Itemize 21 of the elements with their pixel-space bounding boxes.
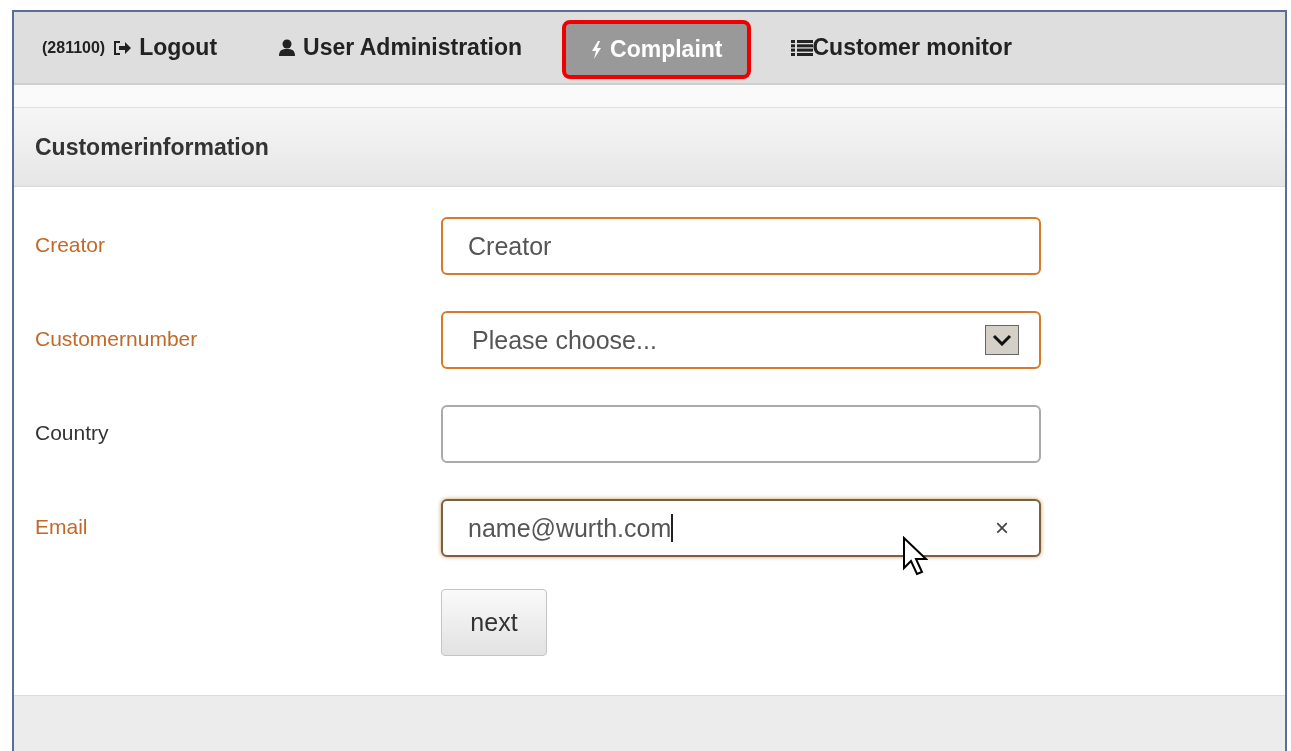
select-field[interactable]: Please choose... bbox=[441, 311, 1041, 369]
section-title: Customerinformation bbox=[35, 133, 269, 161]
chevron-down-icon bbox=[992, 334, 1012, 346]
logout-icon bbox=[113, 39, 132, 56]
mouse-cursor-icon bbox=[902, 536, 928, 578]
list-icon bbox=[790, 39, 813, 56]
field-label: Country bbox=[35, 420, 110, 445]
field-label: Creator bbox=[35, 232, 107, 257]
lightning-icon bbox=[590, 40, 603, 59]
field-label: Customernumber bbox=[35, 326, 199, 351]
nav-tab[interactable]: User Administration bbox=[257, 12, 545, 83]
input-field[interactable] bbox=[441, 405, 1041, 463]
field-label: Email bbox=[35, 514, 89, 539]
dropdown-button[interactable] bbox=[985, 325, 1019, 355]
input-field[interactable]: name@wurth.com × bbox=[441, 499, 1041, 557]
nav-tab[interactable]: (281100) Logout bbox=[20, 12, 240, 83]
nav-tab[interactable]: Customer monitor bbox=[768, 12, 1034, 83]
clear-icon[interactable]: × bbox=[995, 514, 1009, 542]
user-icon bbox=[279, 39, 296, 56]
input-field[interactable]: Creator bbox=[441, 217, 1041, 275]
next-button[interactable]: next bbox=[441, 589, 547, 656]
